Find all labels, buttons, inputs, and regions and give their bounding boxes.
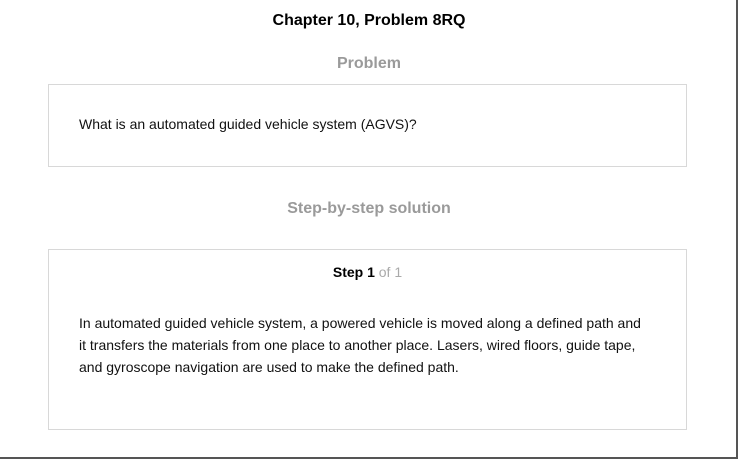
step-body: In automated guided vehicle system, a po… — [79, 312, 669, 378]
step-header: Step 1 of 1 — [49, 264, 686, 280]
step-body-line: it transfers the materials from one plac… — [79, 337, 636, 353]
step-count: of 1 — [378, 264, 403, 280]
step-body-line: and gyroscope navigation are used to mak… — [79, 359, 459, 375]
solution-heading: Step-by-step solution — [287, 200, 451, 217]
page-title: Chapter 10, Problem 8RQ — [272, 12, 466, 29]
problem-question: What is an automated guided vehicle syst… — [79, 116, 417, 132]
problem-heading: Problem — [336, 55, 401, 72]
solution-card: Step 1 of 1 In automated guided vehicle … — [48, 249, 687, 430]
step-label: Step 1 — [332, 264, 375, 280]
problem-card: What is an automated guided vehicle syst… — [48, 84, 687, 167]
step-body-line: In automated guided vehicle system, a po… — [79, 315, 641, 331]
